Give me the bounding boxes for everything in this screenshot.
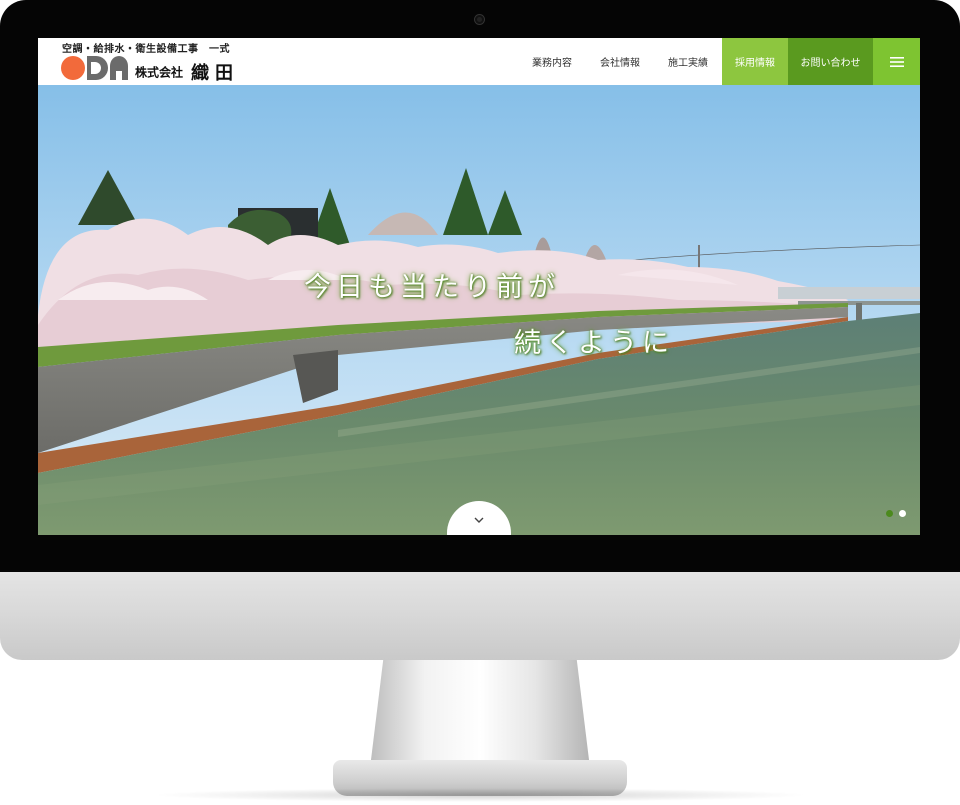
- oda-logo-icon[interactable]: [60, 54, 132, 82]
- hero-photo: [38, 85, 920, 535]
- floor-shadow: [150, 788, 810, 802]
- chevron-down-icon: [474, 517, 484, 523]
- nav-item-services[interactable]: 業務内容: [518, 38, 586, 85]
- nav-contact-button[interactable]: お問い合わせ: [788, 38, 873, 85]
- nav-recruit-button[interactable]: 採用情報: [722, 38, 788, 85]
- monitor-stand: [370, 660, 590, 768]
- slider-dot-1[interactable]: [886, 510, 893, 517]
- company-prefix: 株式会社: [135, 65, 184, 80]
- menu-button[interactable]: [873, 38, 920, 85]
- camera-icon: [475, 15, 484, 24]
- hero-catch-line2: 続くように: [514, 328, 674, 359]
- company-name-group: 株式会社 織田: [135, 59, 239, 85]
- hero-slider: 今日も当たり前が 続くように: [38, 85, 920, 535]
- hamburger-icon: [889, 56, 904, 67]
- company-name: 織田: [191, 63, 240, 84]
- slider-dot-2[interactable]: [899, 510, 906, 517]
- main-nav: 業務内容 会社情報 施工実績 採用情報 お問い合わせ: [518, 38, 920, 85]
- nav-item-company[interactable]: 会社情報: [586, 38, 654, 85]
- website-screen: 空調・給排水・衛生設備工事 一式 株式会社 織田 業務内容 会社情報 施工実績 採…: [38, 38, 920, 535]
- site-header: 空調・給排水・衛生設備工事 一式 株式会社 織田 業務内容 会社情報 施工実績 採…: [38, 38, 920, 85]
- hero-catch-line1: 今日も当たり前が: [304, 272, 560, 303]
- tagline: 空調・給排水・衛生設備工事 一式: [62, 44, 230, 55]
- monitor-chin: [0, 572, 960, 660]
- nav-item-works[interactable]: 施工実績: [654, 38, 722, 85]
- slider-dots: [886, 510, 906, 517]
